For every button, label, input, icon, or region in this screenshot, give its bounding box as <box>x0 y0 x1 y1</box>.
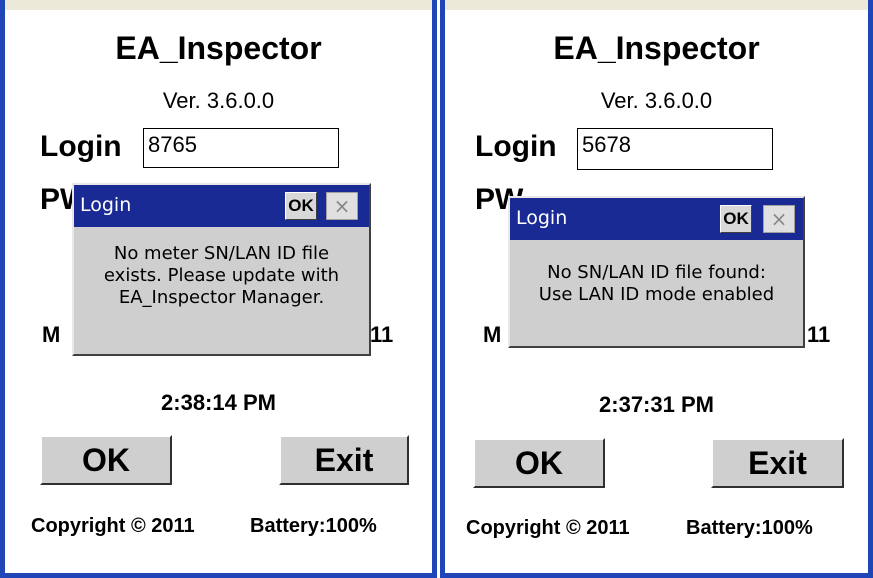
close-icon[interactable]: × <box>763 205 795 233</box>
login-input[interactable]: 5678 <box>577 128 773 170</box>
login-label: Login <box>40 130 122 163</box>
dialog-message: No meter SN/LAN ID file exists. Please u… <box>74 243 369 309</box>
clock-time: 2:37:31 PM <box>599 392 714 417</box>
window-border-left <box>0 0 5 578</box>
dialog-ok-button[interactable]: OK <box>285 192 317 220</box>
login-input[interactable]: 8765 <box>143 128 339 168</box>
top-strip <box>0 0 437 10</box>
dialog-title: Login <box>516 207 568 229</box>
exit-button[interactable]: Exit <box>279 435 409 485</box>
password-label-part: P <box>40 183 61 216</box>
date-line-left: M <box>42 322 61 347</box>
password-label-part: P <box>475 183 496 216</box>
version-label: Ver. 3.6.0.0 <box>162 88 275 113</box>
date-line-left: M <box>483 322 502 347</box>
login-label: Login <box>475 130 557 163</box>
dialog-ok-button[interactable]: OK <box>720 205 752 233</box>
window-border-bottom <box>0 573 437 578</box>
ok-button[interactable]: OK <box>40 435 172 485</box>
date-line-right: 11 <box>807 322 831 347</box>
dialog-message-line: No meter SN/LAN ID file <box>113 243 330 264</box>
window-border-right <box>432 0 437 578</box>
app-title: EA_Inspector <box>553 30 760 66</box>
close-icon[interactable]: × <box>326 192 358 220</box>
version-label: Ver. 3.6.0.0 <box>600 88 713 113</box>
login-dialog: Login OK × No meter SN/LAN ID file exist… <box>72 183 371 356</box>
login-dialog: Login OK × No SN/LAN ID file found: Use … <box>508 196 805 348</box>
dialog-title-bar: Login OK × <box>74 185 369 227</box>
dialog-message-line: exists. Please update with <box>103 265 340 286</box>
dialog-title-bar: Login OK × <box>510 198 803 240</box>
dialog-message-line: No SN/LAN ID file found: <box>547 262 766 283</box>
dialog-message: No SN/LAN ID file found: Use LAN ID mode… <box>510 262 803 306</box>
dialog-message-line: Use LAN ID mode enabled <box>538 284 775 305</box>
date-line-right: 11 <box>370 322 394 347</box>
copyright-text: Copyright © 2011 <box>31 515 195 537</box>
dialog-message-line: EA_Inspector Manager. <box>118 287 325 308</box>
battery-status: Battery:100% <box>250 515 377 537</box>
top-strip <box>440 0 873 10</box>
exit-button[interactable]: Exit <box>711 438 844 488</box>
app-title: EA_Inspector <box>115 30 322 66</box>
window-border-left <box>440 0 445 578</box>
battery-status: Battery:100% <box>686 517 813 539</box>
right-screen: EA_Inspector Ver. 3.6.0.0 Login 5678 PW … <box>440 0 873 578</box>
clock-time: 2:38:14 PM <box>161 390 276 415</box>
ok-button[interactable]: OK <box>473 438 605 488</box>
window-border-right <box>868 0 873 578</box>
left-screen: EA_Inspector Ver. 3.6.0.0 Login 8765 PW … <box>0 0 437 578</box>
dialog-title: Login <box>80 194 132 216</box>
copyright-text: Copyright © 2011 <box>466 517 630 539</box>
window-border-bottom <box>440 573 873 578</box>
